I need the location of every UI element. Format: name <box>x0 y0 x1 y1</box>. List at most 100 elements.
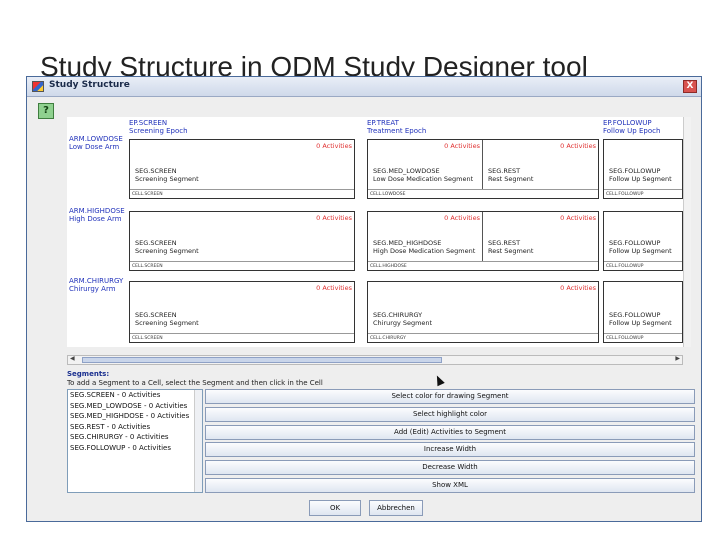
segment-activity-count: 0 Activities <box>316 142 352 150</box>
segment-id: SEG.FOLLOWUP <box>609 167 661 175</box>
decrease-width-button[interactable]: Decrease Width <box>205 460 695 476</box>
segment-name: Follow Up Segment <box>609 175 672 183</box>
help-button[interactable]: ? <box>38 103 54 119</box>
arm-label: ARM.LOWDOSE Low Dose Arm <box>69 135 123 151</box>
segment-name: Screening Segment <box>135 319 199 327</box>
segment-name: Rest Segment <box>488 247 534 255</box>
epoch-label: EP.SCREEN Screening Epoch <box>129 119 188 135</box>
segment-activity-count: 0 Activities <box>560 142 596 150</box>
grid-vertical-scrollbar[interactable] <box>683 117 691 347</box>
study-cell[interactable]: 0 Activities SEG.MED_LOWDOSE Low Dose Medi… <box>367 139 599 199</box>
window-title: Study Structure <box>49 80 130 90</box>
cell-id: CELL.SCREEN <box>132 264 163 269</box>
segment-id: SEG.FOLLOWUP <box>609 239 661 247</box>
study-cell[interactable]: SEG.FOLLOWUP Follow Up Segment CELL.FOLLOW… <box>603 211 683 271</box>
study-structure-window: Study Structure X ? EP.SCREEN Screening E… <box>26 76 702 522</box>
segment-list[interactable]: SEG.SCREEN - 0 Activities SEG.MED_LOWDOSE… <box>67 389 203 493</box>
cell-segment[interactable]: 0 Activities SEG.MED_LOWDOSE Low Dose Medi… <box>368 140 483 189</box>
segment-name: Screening Segment <box>135 175 199 183</box>
cell-segment[interactable]: 0 Activities SEG.SCREEN Screening Segment <box>130 282 354 333</box>
segments-heading: Segments: <box>67 370 110 378</box>
study-cell[interactable]: 0 Activities SEG.SCREEN Screening Segment C… <box>129 281 355 343</box>
cell-segment-area[interactable]: 0 Activities SEG.SCREEN Screening Segment <box>130 212 354 262</box>
cell-segment-area[interactable]: SEG.FOLLOWUP Follow Up Segment <box>604 140 682 190</box>
segment-list-item[interactable]: SEG.SCREEN - 0 Activities <box>68 390 202 401</box>
segment-name: High Dose Medication Segment <box>373 247 476 255</box>
study-cell[interactable]: 0 Activities SEG.SCREEN Screening Segment C… <box>129 211 355 271</box>
segment-id: SEG.MED_HIGHDOSE <box>373 239 442 247</box>
segment-label: SEG.REST Rest Segment <box>488 167 533 183</box>
cell-segment[interactable]: 0 Activities SEG.MED_HIGHDOSE High Dose Me… <box>368 212 483 261</box>
java-app-icon <box>32 81 44 92</box>
segment-activity-count: 0 Activities <box>316 284 352 292</box>
select-highlight-color-button[interactable]: Select highlight color <box>205 406 695 422</box>
cell-segment[interactable]: SEG.FOLLOWUP Follow Up Segment <box>604 282 682 333</box>
segment-list-item[interactable]: SEG.FOLLOWUP - 0 Activities <box>68 443 202 454</box>
segment-name: Low Dose Medication Segment <box>373 175 474 183</box>
cell-segment-area[interactable]: SEG.FOLLOWUP Follow Up Segment <box>604 282 682 334</box>
segment-list-item[interactable]: SEG.MED_LOWDOSE - 0 Activities <box>68 401 202 412</box>
cell-segment-area[interactable]: SEG.FOLLOWUP Follow Up Segment <box>604 212 682 262</box>
cell-segment[interactable]: SEG.FOLLOWUP Follow Up Segment <box>604 140 682 189</box>
segment-list-scrollbar[interactable] <box>194 390 202 492</box>
cell-segment-area[interactable]: 0 Activities SEG.SCREEN Screening Segment <box>130 282 354 334</box>
epoch-name: Treatment Epoch <box>367 127 427 135</box>
segment-activity-count: 0 Activities <box>444 214 480 222</box>
segment-list-item[interactable]: SEG.MED_HIGHDOSE - 0 Activities <box>68 411 202 422</box>
scrollbar-thumb[interactable] <box>82 357 442 363</box>
cell-segment-area[interactable]: 0 Activities SEG.SCREEN Screening Segment <box>130 140 354 190</box>
cell-segment[interactable]: SEG.FOLLOWUP Follow Up Segment <box>604 212 682 261</box>
study-cell[interactable]: 0 Activities SEG.MED_HIGHDOSE High Dose Me… <box>367 211 599 271</box>
cell-segment-area[interactable]: 0 Activities SEG.MED_HIGHDOSE High Dose Me… <box>368 212 598 262</box>
close-button[interactable]: X <box>683 80 697 93</box>
segment-id: SEG.SCREEN <box>135 311 177 319</box>
window-titlebar[interactable]: Study Structure X <box>27 77 701 97</box>
arm-id: ARM.HIGHDOSE <box>69 207 125 215</box>
segment-label: SEG.FOLLOWUP Follow Up Segment <box>609 167 672 183</box>
study-cell[interactable]: 0 Activities SEG.SCREEN Screening Segment C… <box>129 139 355 199</box>
increase-width-button[interactable]: Increase Width <box>205 442 695 458</box>
grid-horizontal-scrollbar[interactable]: ◀ ▶ <box>67 355 683 365</box>
arm-name: Chirurgy Arm <box>69 285 116 293</box>
cell-id: CELL.FOLLOWUP <box>606 264 644 269</box>
segment-list-item[interactable]: SEG.REST - 0 Activities <box>68 422 202 433</box>
arm-name: High Dose Arm <box>69 215 122 223</box>
cell-id: CELL.FOLLOWUP <box>606 336 644 341</box>
segment-id: SEG.SCREEN <box>135 239 177 247</box>
segment-list-item[interactable]: SEG.CHIRURGY - 0 Activities <box>68 432 202 443</box>
cell-segment[interactable]: 0 Activities SEG.SCREEN Screening Segment <box>130 212 354 261</box>
cell-segment-area[interactable]: 0 Activities SEG.CHIRURGY Chirurgy Segment <box>368 282 598 334</box>
study-structure-grid[interactable]: EP.SCREEN Screening Epoch EP.TREAT Treatmen… <box>67 117 683 347</box>
cell-segment[interactable]: 0 Activities SEG.SCREEN Screening Segment <box>130 140 354 189</box>
segment-label: SEG.FOLLOWUP Follow Up Segment <box>609 311 672 327</box>
segment-activity-count: 0 Activities <box>444 142 480 150</box>
segment-name: Rest Segment <box>488 175 534 183</box>
cell-segment[interactable]: 0 Activities SEG.REST Rest Segment <box>483 212 598 261</box>
show-xml-button[interactable]: Show XML <box>205 478 695 493</box>
study-cell[interactable]: 0 Activities SEG.CHIRURGY Chirurgy Segment… <box>367 281 599 343</box>
epoch-id: EP.FOLLOWUP <box>603 119 652 127</box>
segments-instruction: To add a Segment to a Cell, select the S… <box>67 379 323 387</box>
segment-id: SEG.FOLLOWUP <box>609 311 661 319</box>
cell-segment[interactable]: 0 Activities SEG.CHIRURGY Chirurgy Segment <box>368 282 598 333</box>
study-cell[interactable]: SEG.FOLLOWUP Follow Up Segment CELL.FOLLOW… <box>603 281 683 343</box>
epoch-name: Screening Epoch <box>129 127 188 135</box>
cell-segment-area[interactable]: 0 Activities SEG.MED_LOWDOSE Low Dose Medi… <box>368 140 598 190</box>
ok-button[interactable]: OK <box>309 500 361 516</box>
segment-label: SEG.SCREEN Screening Segment <box>135 167 199 183</box>
scroll-left-arrow-icon[interactable]: ◀ <box>70 355 75 362</box>
cell-segment[interactable]: 0 Activities SEG.REST Rest Segment <box>483 140 598 189</box>
cancel-button[interactable]: Abbrechen <box>369 500 423 516</box>
segment-id: SEG.SCREEN <box>135 167 177 175</box>
segment-id: SEG.CHIRURGY <box>373 311 423 319</box>
study-cell[interactable]: SEG.FOLLOWUP Follow Up Segment CELL.FOLLOW… <box>603 139 683 199</box>
select-draw-color-button[interactable]: Select color for drawing Segment <box>205 389 695 404</box>
epoch-label: EP.FOLLOWUP Follow Up Epoch <box>603 119 660 135</box>
segment-label: SEG.CHIRURGY Chirurgy Segment <box>373 311 432 327</box>
arm-label: ARM.CHIRURGY Chirurgy Arm <box>69 277 123 293</box>
segment-activity-count: 0 Activities <box>316 214 352 222</box>
arm-id: ARM.CHIRURGY <box>69 277 124 285</box>
epoch-id: EP.TREAT <box>367 119 399 127</box>
scroll-right-arrow-icon[interactable]: ▶ <box>675 355 680 362</box>
edit-activities-button[interactable]: Add (Edit) Activities to Segment <box>205 424 695 440</box>
